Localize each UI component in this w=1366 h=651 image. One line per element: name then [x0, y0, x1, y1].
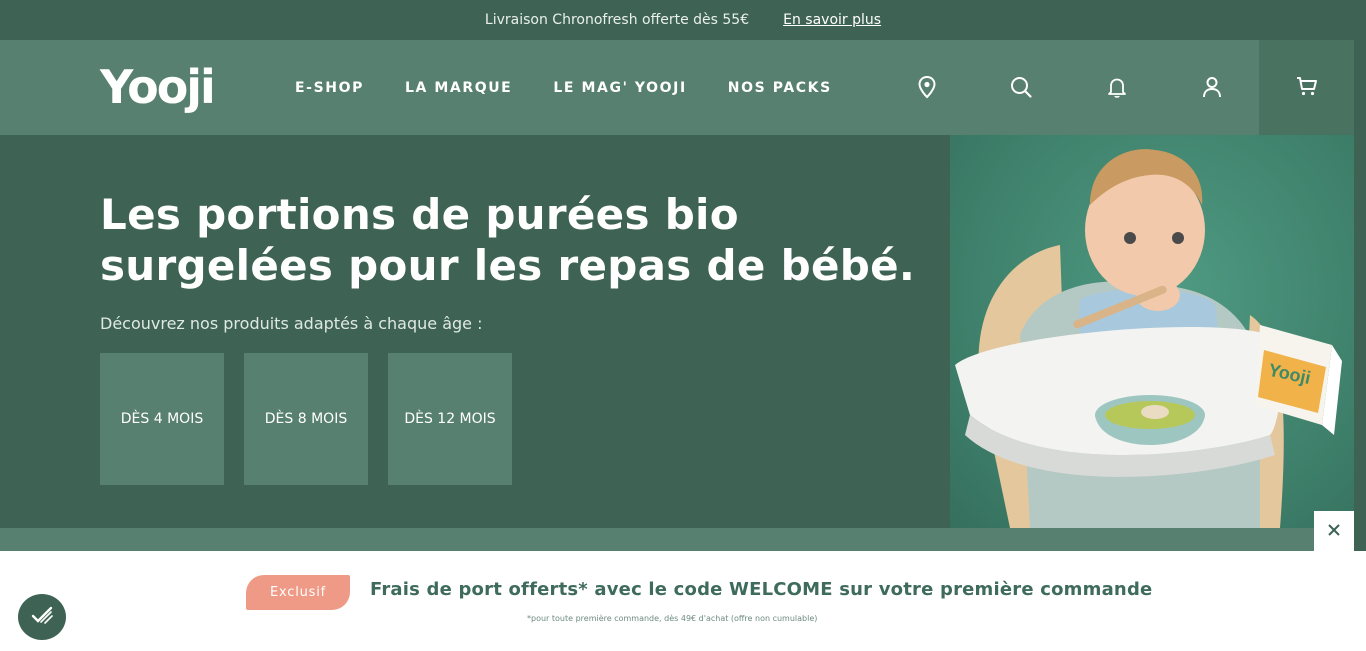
promo-banner: Exclusif Frais de port offerts* avec le … [0, 551, 1366, 651]
bell-icon[interactable] [1104, 74, 1130, 100]
offer-fine-print: *pour toute première commande, dès 49€ d… [527, 614, 818, 623]
scrollbar-track [1354, 40, 1366, 551]
exclusive-badge: Exclusif [246, 575, 350, 610]
age-4-months-button[interactable]: DÈS 4 MOIS [100, 353, 224, 485]
learn-more-link[interactable]: En savoir plus [783, 12, 881, 28]
user-icon[interactable] [1199, 74, 1225, 100]
yooji-logo[interactable]: Yooji [100, 59, 216, 115]
nav-item-la-marque[interactable]: LA MARQUE [405, 80, 512, 96]
close-icon [1327, 522, 1341, 541]
cart-icon [1295, 74, 1319, 102]
nav-item-le-mag[interactable]: LE MAG' YOOJI [553, 80, 686, 96]
age-8-months-button[interactable]: DÈS 8 MOIS [244, 353, 368, 485]
hero-subtitle: Découvrez nos produits adaptés à chaque … [100, 314, 483, 333]
hero-section: Les portions de purées bio surgelées pou… [0, 135, 950, 528]
age-12-months-button[interactable]: DÈS 12 MOIS [388, 353, 512, 485]
nav-item-eshop[interactable]: E-SHOP [295, 80, 364, 96]
offer-text: Frais de port offerts* avec le code WELC… [370, 579, 1153, 600]
site-header: Yooji E-SHOP LA MARQUE LE MAG' YOOJI NOS… [0, 40, 1354, 135]
hero-image: Yooji [950, 135, 1354, 528]
cookie-consent-button[interactable] [18, 594, 66, 640]
close-banner-button[interactable] [1314, 511, 1354, 551]
promo-bar: Livraison Chronofresh offerte dès 55€ En… [0, 0, 1366, 40]
section-divider [0, 528, 1354, 551]
promo-text: Livraison Chronofresh offerte dès 55€ [484, 12, 750, 28]
location-pin-icon[interactable] [914, 74, 940, 100]
main-nav: E-SHOP LA MARQUE LE MAG' YOOJI NOS PACKS [295, 40, 873, 135]
cart-button[interactable] [1259, 40, 1354, 135]
hero-title: Les portions de purées bio surgelées pou… [100, 190, 916, 290]
search-icon[interactable] [1008, 74, 1034, 100]
nav-item-nos-packs[interactable]: NOS PACKS [728, 80, 832, 96]
checkmark-icon [27, 600, 57, 634]
